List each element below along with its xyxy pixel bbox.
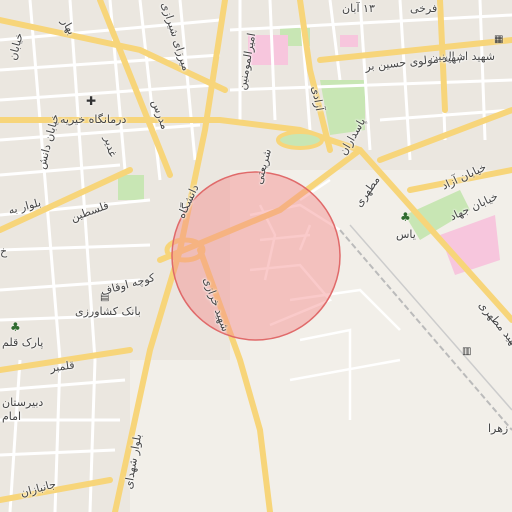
label-dabirestan: دبیرستان [2, 396, 44, 409]
hospital-cross-icon: ✚ [86, 94, 97, 108]
park-square [118, 175, 144, 200]
map-canvas [0, 0, 512, 512]
tree-icon: ♣ [10, 320, 21, 334]
label-emam: امام [2, 410, 22, 423]
label-farkhi: فرخی [410, 2, 438, 15]
label-darmangah: درمانگاه خیریه [60, 113, 127, 126]
tree-icon: ♣ [400, 210, 411, 224]
label-bank-keshavarzi: بانک کشاورزی [75, 305, 141, 318]
roundabout-north [276, 130, 324, 150]
label-yas: یاس [396, 228, 416, 241]
train-station-icon: ▥ [462, 346, 472, 357]
school-icon: ▦ [494, 34, 504, 45]
map-view[interactable]: ✚ ♣ ♣ ▤ ▥ ▦ ۱۳ آبان فرخی شهید ام البنین … [0, 0, 512, 512]
label-park-ghalam: پارک قلم [2, 336, 44, 349]
label-kh: خ [0, 245, 8, 258]
label-zahra: زهرا [488, 422, 509, 435]
label-13aban: ۱۳ آبان [342, 2, 375, 15]
pink-zone-3 [340, 35, 358, 47]
